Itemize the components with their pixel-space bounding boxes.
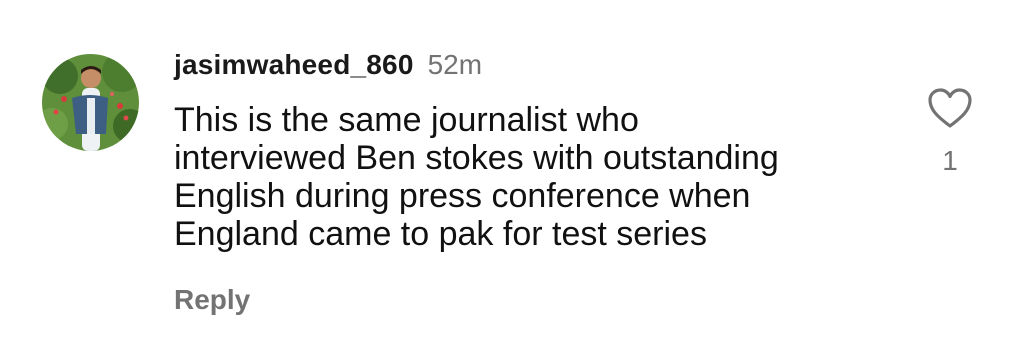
timestamp: 52m: [427, 49, 483, 80]
reply-button[interactable]: Reply: [174, 284, 250, 316]
avatar-photo: [42, 54, 139, 151]
like-button[interactable]: [926, 86, 974, 130]
like-count: 1: [942, 145, 958, 176]
comment-text: This is the same journalist who intervie…: [174, 101, 779, 253]
comment-header: jasimwaheed_860 52m: [174, 49, 482, 89]
comment-item: jasimwaheed_860 52m This is the same jou…: [0, 0, 1024, 352]
heart-outline-icon: [928, 88, 972, 128]
avatar[interactable]: [42, 54, 139, 151]
username[interactable]: jasimwaheed_860: [174, 49, 414, 81]
